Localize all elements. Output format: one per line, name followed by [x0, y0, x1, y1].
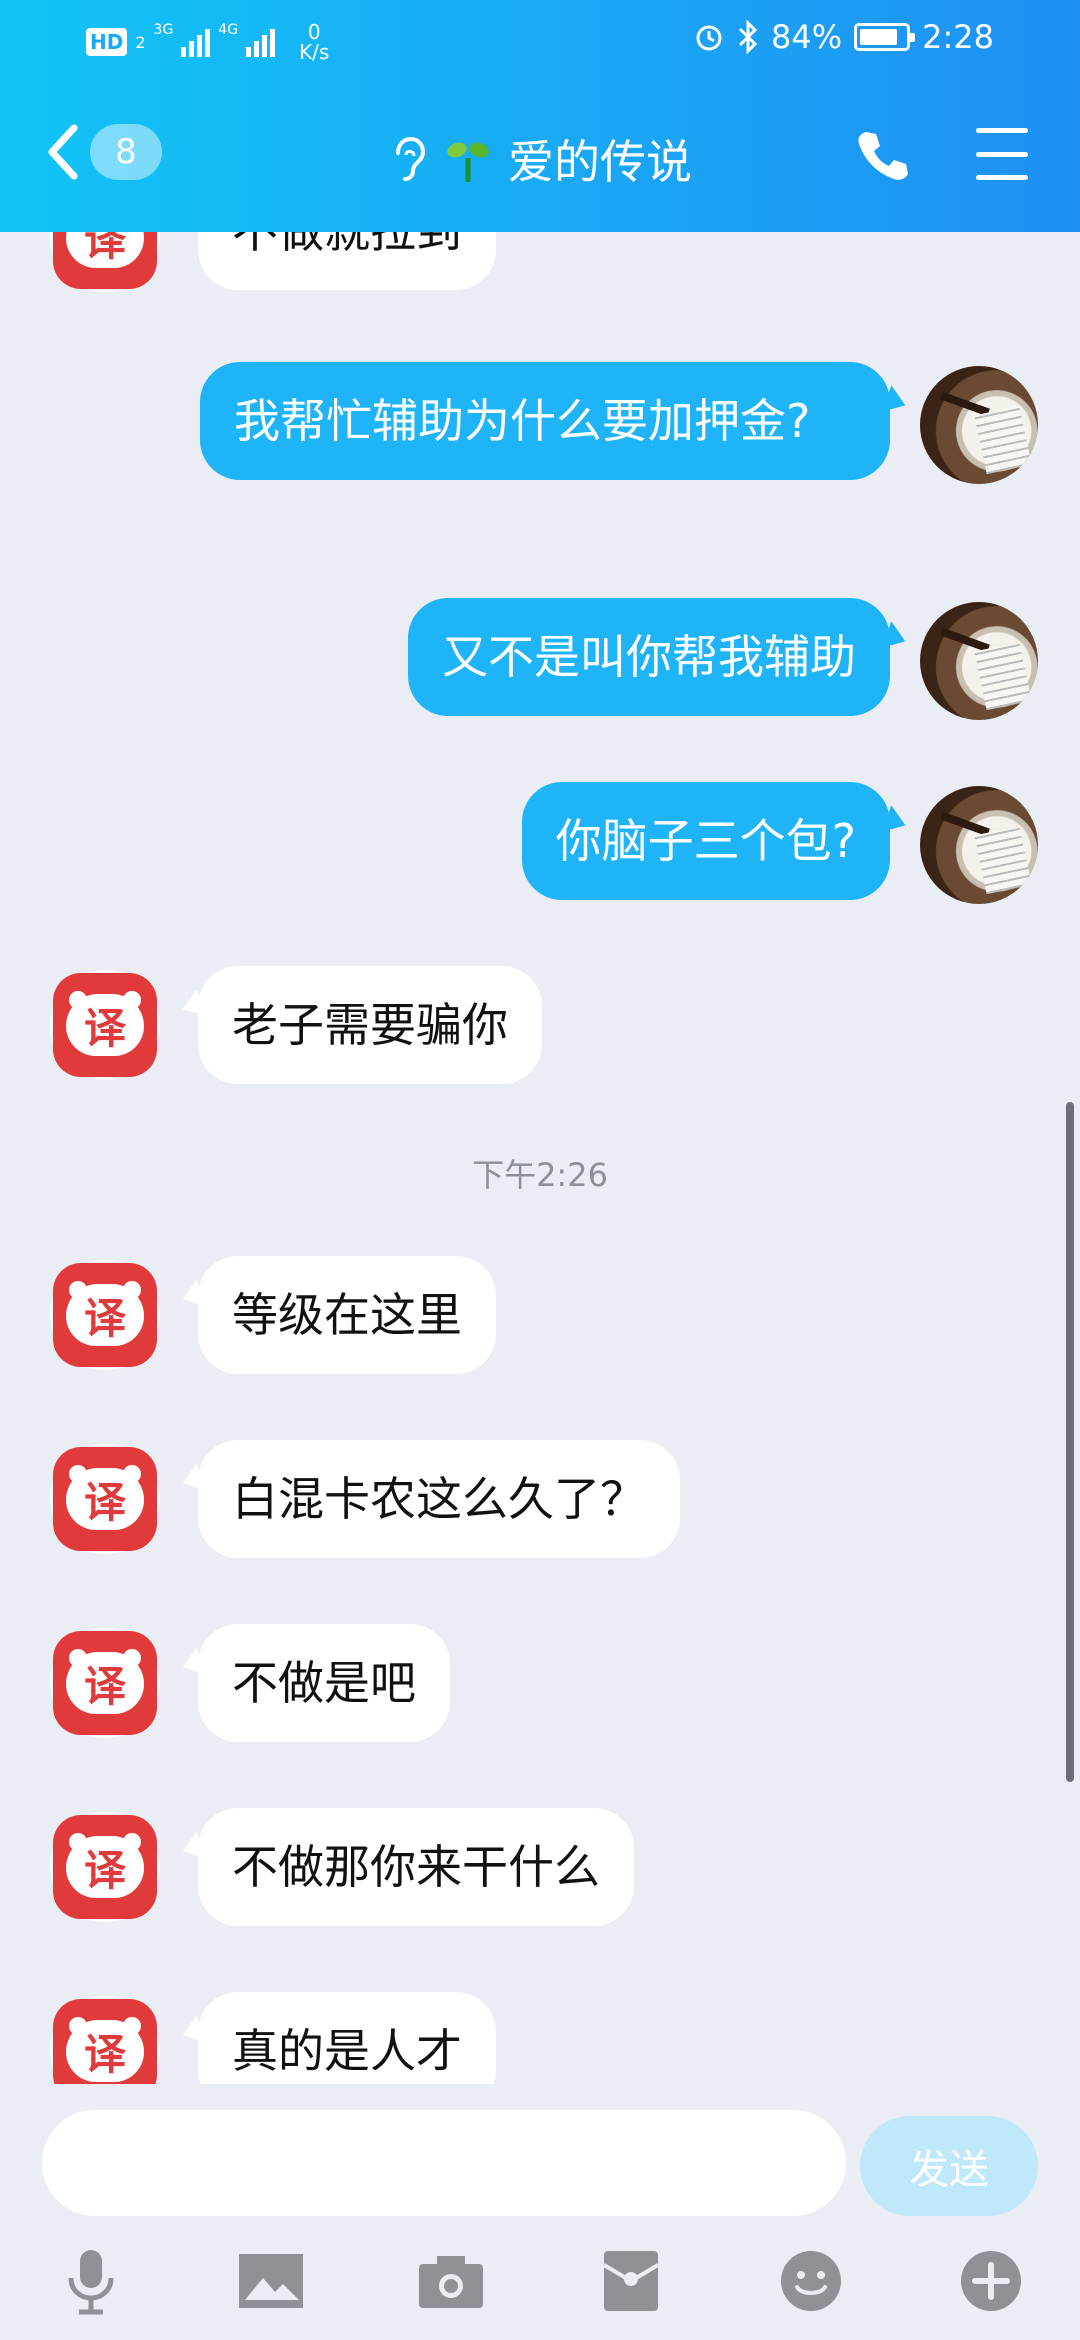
- red-packet-button[interactable]: [596, 2246, 666, 2316]
- nav-bar: 8 爱的传说: [0, 100, 1080, 210]
- image-button[interactable]: [236, 2246, 306, 2316]
- network-type-1: 3G: [153, 22, 174, 38]
- message-row: 你脑子三个包?: [0, 782, 1080, 912]
- message-bubble[interactable]: 老子需要骗你: [198, 966, 542, 1084]
- contact-avatar[interactable]: 译: [50, 1444, 160, 1554]
- translate-logo-icon: 译: [53, 1815, 157, 1919]
- message-bubble[interactable]: 又不是叫你帮我辅助: [408, 598, 890, 716]
- sim-index: 2: [135, 32, 146, 52]
- contact-avatar[interactable]: 译: [50, 1996, 160, 2084]
- hd-badge: HD: [86, 28, 128, 56]
- status-bar: HD 2 3G 4G 0 K/s 84% 2:28: [0, 0, 1080, 80]
- voice-button[interactable]: [56, 2246, 126, 2316]
- message-row: 又不是叫你帮我辅助: [0, 598, 1080, 728]
- ear-icon: [396, 136, 426, 181]
- message-row: 译 不做是吧: [0, 1624, 1080, 1754]
- battery-percent: 84%: [771, 18, 843, 56]
- message-timestamp: 下午2:26: [472, 1156, 608, 1194]
- signal-icon-1: [181, 27, 211, 57]
- chat-scrollbar[interactable]: [1066, 1102, 1074, 1782]
- message-bubble[interactable]: 不做那你来干什么: [198, 1808, 634, 1926]
- battery-fill: [860, 29, 898, 45]
- translate-logo-icon: 译: [53, 1631, 157, 1735]
- chat-title[interactable]: 爱的传说: [0, 126, 1080, 192]
- red-packet-icon: [602, 2251, 660, 2311]
- contact-avatar[interactable]: 译: [50, 970, 160, 1080]
- translate-logo-icon: 译: [53, 1447, 157, 1551]
- avatar-char: 译: [66, 232, 144, 268]
- contact-avatar[interactable]: 译: [50, 1260, 160, 1370]
- plus-icon: [961, 2251, 1021, 2311]
- menu-icon-bar: [976, 175, 1028, 180]
- message-row: 我帮忙辅助为什么要加押金?: [0, 362, 1080, 542]
- contact-avatar[interactable]: 译: [50, 232, 160, 292]
- message-bubble[interactable]: 不做是吧: [198, 1624, 450, 1742]
- chat-area[interactable]: 译 不做就拉到 我帮忙辅助为什么要加押金? 又不是叫你帮我辅助 你脑子三个包? …: [0, 232, 1080, 2084]
- camera-button[interactable]: [416, 2246, 486, 2316]
- call-button[interactable]: [854, 128, 910, 188]
- contact-avatar[interactable]: 译: [50, 1628, 160, 1738]
- menu-icon-bar: [976, 151, 1028, 157]
- image-icon: [239, 2254, 303, 2308]
- contact-avatar[interactable]: 译: [50, 1812, 160, 1922]
- my-avatar[interactable]: [920, 786, 1038, 904]
- message-row: 译 白混卡农这么久了？: [0, 1440, 1080, 1570]
- top-header: HD 2 3G 4G 0 K/s 84% 2:28 8 爱的传说: [0, 0, 1080, 232]
- menu-icon-bar: [976, 128, 1028, 133]
- translate-logo-icon: 译: [53, 1999, 157, 2084]
- message-row: 译 不做就拉到: [0, 232, 1080, 302]
- phone-icon: [858, 132, 908, 180]
- status-left: HD 2 3G 4G 0 K/s: [86, 22, 329, 62]
- message-bubble[interactable]: 不做就拉到: [198, 232, 496, 290]
- message-row: 译 老子需要骗你: [0, 966, 1080, 1096]
- message-bubble[interactable]: 白混卡农这么久了？: [198, 1440, 680, 1558]
- message-row: 译 等级在这里: [0, 1256, 1080, 1386]
- translate-logo-icon: 译: [53, 1263, 157, 1367]
- camera-icon: [419, 2256, 483, 2308]
- battery-icon: [854, 23, 916, 51]
- my-avatar[interactable]: [920, 602, 1038, 720]
- message-row: 译 不做那你来干什么: [0, 1808, 1080, 1938]
- translate-logo-icon: 译: [53, 973, 157, 1077]
- message-input[interactable]: [42, 2110, 846, 2216]
- message-bubble[interactable]: 我帮忙辅助为什么要加押金?: [200, 362, 890, 480]
- alarm-icon: [696, 25, 722, 51]
- emoji-icon: [781, 2251, 841, 2311]
- more-button[interactable]: [956, 2246, 1026, 2316]
- bluetooth-icon: [738, 20, 758, 54]
- message-bubble[interactable]: 等级在这里: [198, 1256, 496, 1374]
- my-avatar[interactable]: [920, 366, 1038, 484]
- net-speed: 0 K/s: [299, 22, 329, 62]
- send-button[interactable]: 发送: [860, 2116, 1038, 2216]
- clock: 2:28: [922, 18, 994, 56]
- emoji-button[interactable]: [776, 2246, 846, 2316]
- menu-button[interactable]: [976, 128, 1028, 180]
- sprout-icon: [447, 142, 489, 182]
- microphone-icon: [68, 2250, 114, 2315]
- message-bubble[interactable]: 真的是人才: [198, 1992, 496, 2084]
- message-row: 译 真的是人才: [0, 1992, 1080, 2084]
- chat-title-text: 爱的传说: [508, 135, 692, 189]
- translate-logo-icon: 译: [53, 232, 157, 289]
- input-bar: 发送: [0, 2084, 1080, 2340]
- network-type-2: 4G: [218, 22, 239, 38]
- net-speed-value: 0: [307, 20, 321, 44]
- net-speed-unit: K/s: [299, 40, 330, 64]
- status-right: 84% 2:28: [693, 18, 994, 56]
- message-bubble[interactable]: 你脑子三个包?: [521, 782, 890, 900]
- input-toolbar: [0, 2234, 1080, 2334]
- signal-icon-2: [246, 27, 276, 57]
